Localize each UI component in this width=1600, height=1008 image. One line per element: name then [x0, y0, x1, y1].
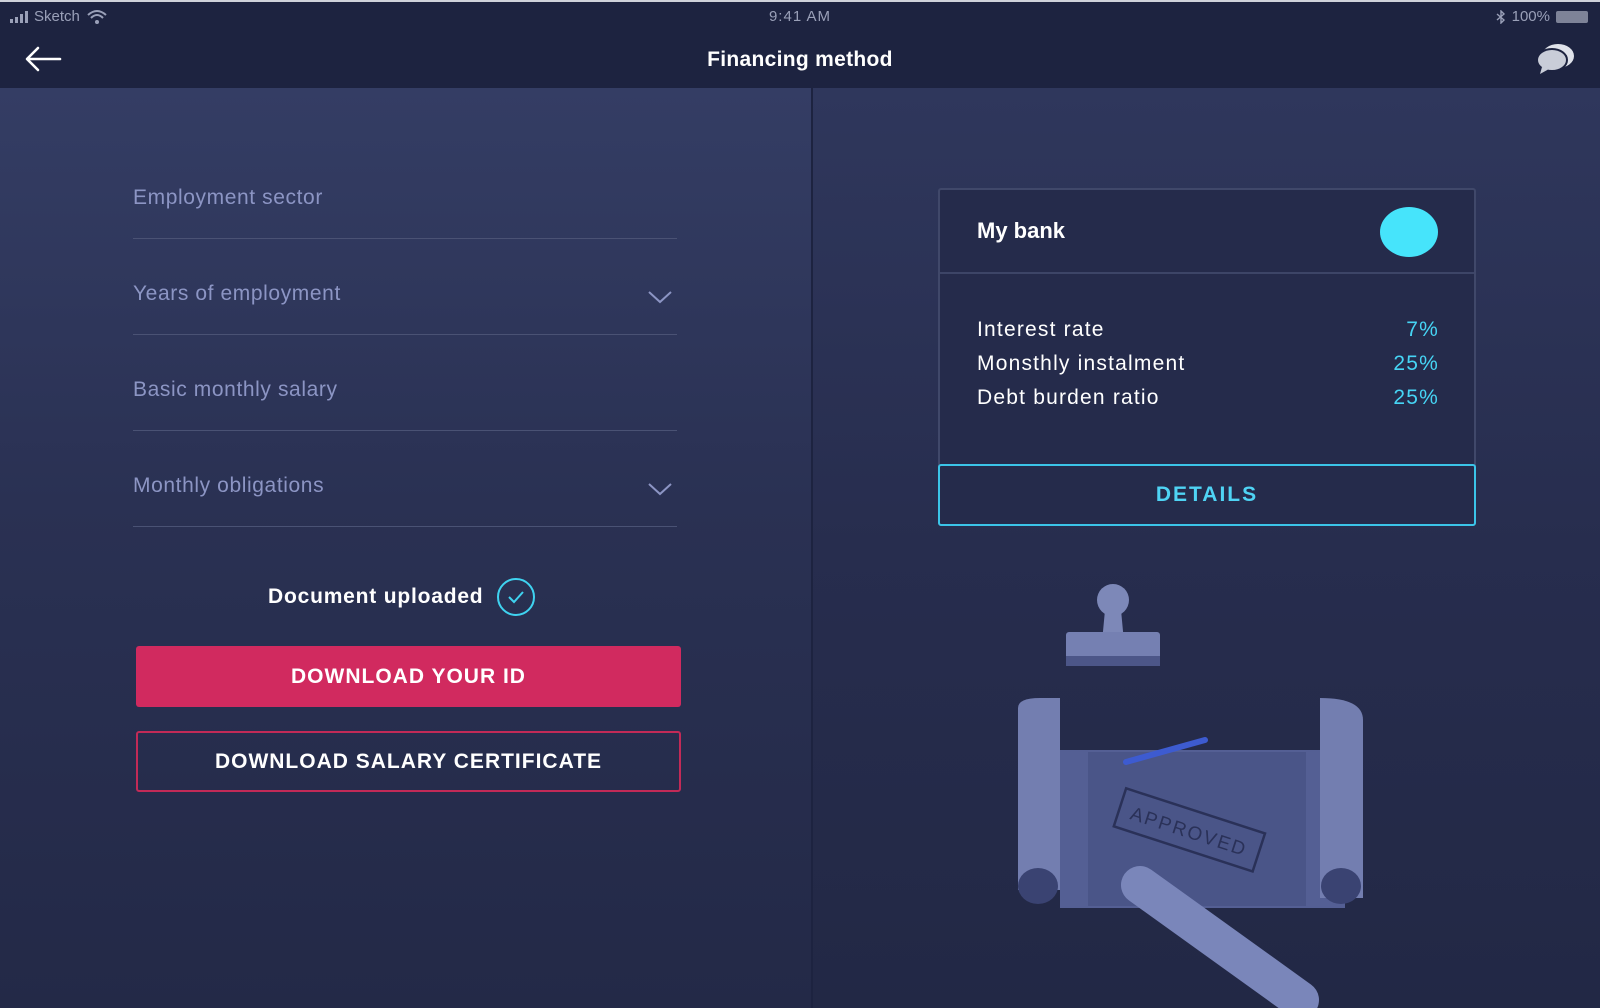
top-bar: Sketch 9:41 AM 100% Financing method [0, 0, 1600, 88]
chat-bubble-icon [1536, 44, 1574, 74]
monthly-obligations-label: Monthly obligations [133, 474, 325, 497]
status-right: 100% [1496, 8, 1588, 25]
bank-metrics: Interest rate 7% Monsthly instalment 25%… [977, 318, 1439, 420]
details-button[interactable]: DETAILS [938, 464, 1476, 526]
document-status: Document uploaded [268, 578, 536, 616]
bank-logo [1380, 207, 1438, 257]
document-status-label: Document uploaded [268, 585, 484, 608]
employment-sector-label: Employment sector [133, 186, 323, 209]
chevron-down-icon [648, 483, 672, 496]
metric-row: Monsthly instalment 25% [977, 352, 1439, 386]
metric-label: Monsthly instalment [977, 352, 1186, 375]
years-of-employment-field[interactable]: Years of employment [133, 239, 677, 335]
bank-name: My bank [977, 218, 1066, 243]
check-circle-icon [497, 578, 536, 616]
metric-value: 7% [1406, 318, 1439, 341]
status-bar: Sketch 9:41 AM 100% [0, 6, 1600, 28]
metric-label: Interest rate [977, 318, 1105, 341]
bluetooth-icon [1496, 9, 1505, 24]
approved-document-illustration: APPROVED [1018, 584, 1363, 1008]
battery-percent: 100% [1511, 8, 1550, 25]
download-id-button[interactable]: DOWNLOAD YOUR ID [136, 646, 681, 707]
metric-value: 25% [1393, 352, 1439, 375]
bank-offer-card: My bank Interest rate 7% Monsthly instal… [938, 188, 1476, 526]
monthly-obligations-field[interactable]: Monthly obligations [133, 431, 677, 527]
metric-label: Debt burden ratio [977, 386, 1160, 409]
basic-monthly-salary-field[interactable]: Basic monthly salary [133, 335, 677, 431]
metric-value: 25% [1393, 386, 1439, 409]
page-title: Financing method [707, 48, 893, 71]
chat-button[interactable] [1534, 40, 1578, 78]
battery-icon [1556, 10, 1588, 23]
metric-row: Interest rate 7% [977, 318, 1439, 352]
chevron-down-icon [648, 291, 672, 304]
basic-monthly-salary-label: Basic monthly salary [133, 378, 338, 401]
metric-row: Debt burden ratio 25% [977, 386, 1439, 420]
employment-sector-field[interactable]: Employment sector [133, 143, 677, 239]
download-salary-certificate-button[interactable]: DOWNLOAD SALARY CERTIFICATE [136, 731, 681, 792]
status-time: 9:41 AM [768, 8, 832, 25]
stamp-icon [1066, 584, 1160, 666]
bank-card-header: My bank [940, 190, 1474, 274]
years-of-employment-label: Years of employment [133, 282, 341, 305]
